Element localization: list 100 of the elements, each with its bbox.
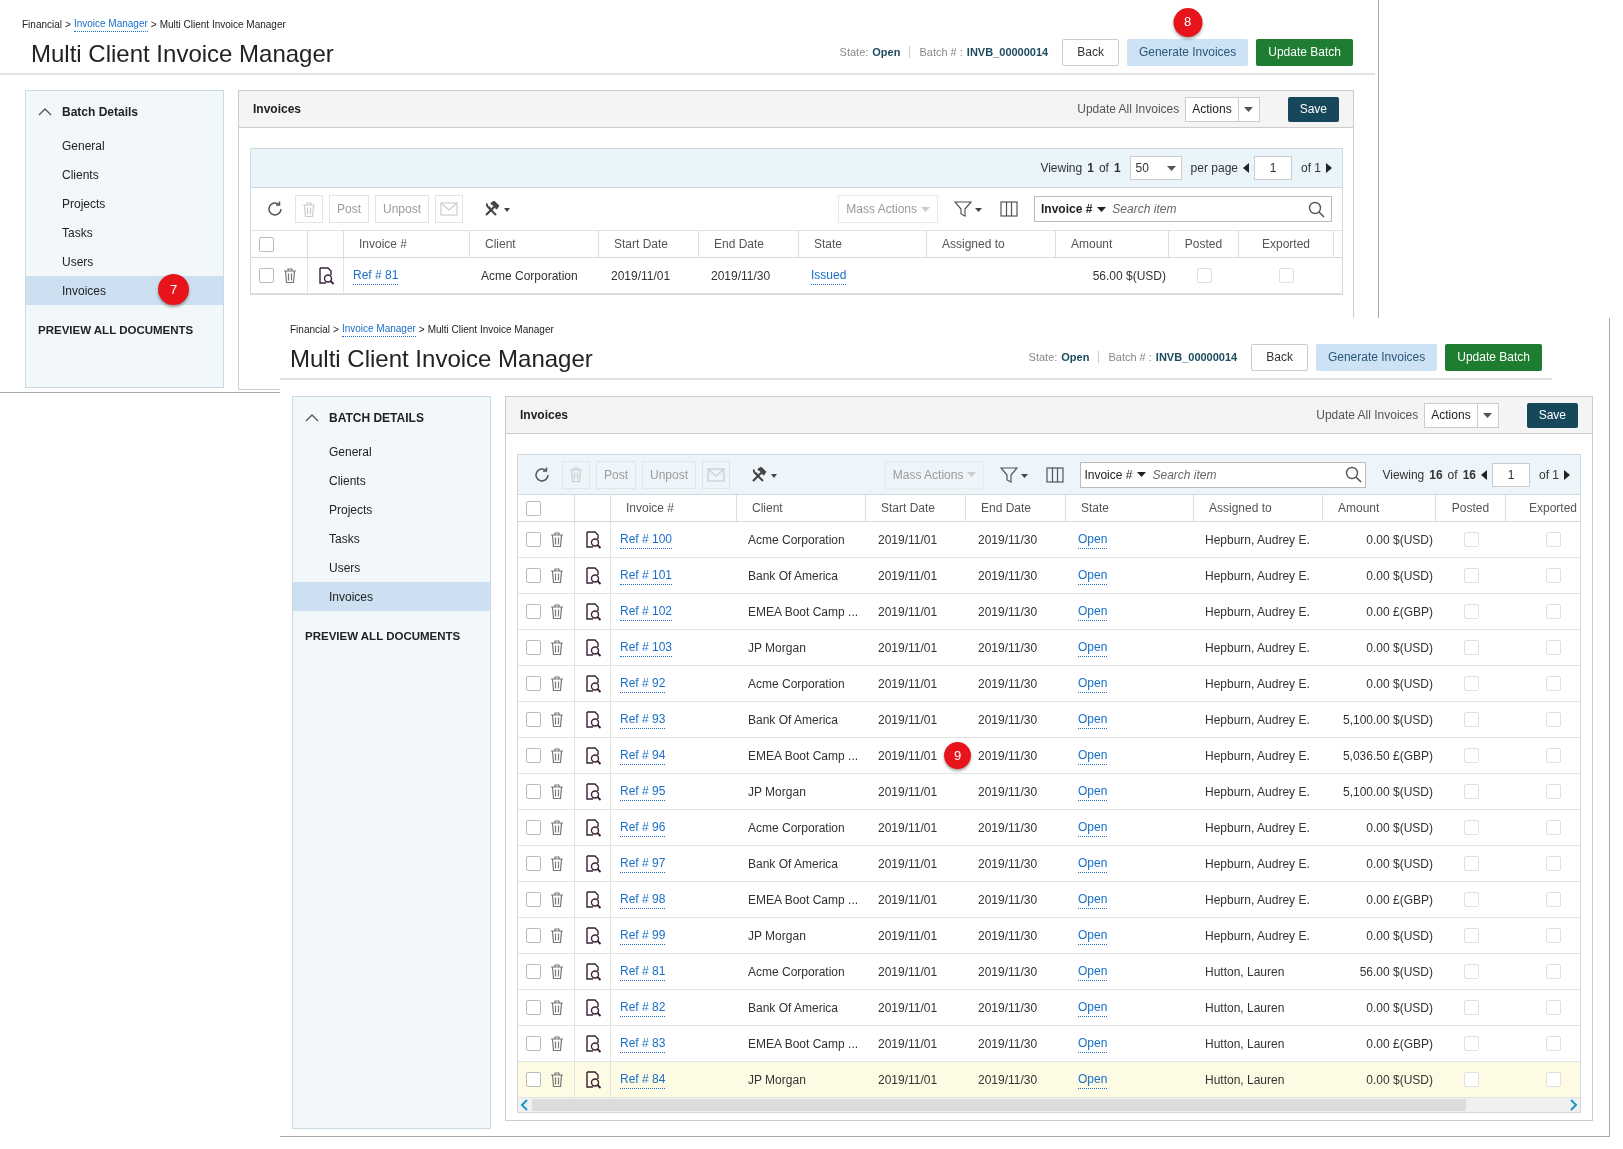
header-button[interactable]: Update Batch xyxy=(1256,38,1353,66)
sidebar-item[interactable]: Clients xyxy=(26,160,223,189)
column-header[interactable]: Assigned to xyxy=(927,231,1056,257)
next-page-icon[interactable] xyxy=(1564,469,1570,480)
trash-icon[interactable] xyxy=(549,783,565,800)
trash-icon[interactable] xyxy=(549,855,565,872)
state-link[interactable]: Open xyxy=(1078,998,1108,1017)
search-field[interactable]: Invoice # Search item xyxy=(1080,461,1367,488)
document-magnifier-icon[interactable] xyxy=(583,782,602,801)
state-link[interactable]: Open xyxy=(1078,602,1108,621)
sidebar-item[interactable]: Users xyxy=(26,247,223,276)
scroll-right-icon[interactable] xyxy=(1568,1099,1578,1111)
filter-icon[interactable] xyxy=(1000,465,1031,484)
checkbox[interactable] xyxy=(526,1036,541,1051)
document-magnifier-icon[interactable] xyxy=(583,638,602,657)
table-row[interactable]: Ref # 103 JP Morgan 2019/11/01 2019/11/30 Open Hepburn, Audrey E. 0.00 $(USD) xyxy=(518,630,1580,666)
column-header[interactable]: Exported xyxy=(1506,495,1580,521)
column-header[interactable]: Client xyxy=(737,495,866,521)
trash-icon[interactable] xyxy=(549,963,565,980)
previous-page-icon[interactable] xyxy=(1481,469,1487,480)
search-field[interactable]: Invoice # Search item xyxy=(1034,196,1332,222)
state-link[interactable]: Open xyxy=(1078,1070,1108,1089)
table-row[interactable]: Ref # 84 JP Morgan 2019/11/01 2019/11/30 Open Hutton, Lauren 0.00 $(USD) xyxy=(518,1062,1580,1098)
invoice-link[interactable]: Ref # 93 xyxy=(620,710,666,729)
table-row[interactable]: Ref # 102 EMEA Boot Camp ... 2019/11/01 2019/11/30 Open Hepburn, Audrey E. 0.00 £(GBP) xyxy=(518,594,1580,630)
sidebar-item[interactable]: General xyxy=(26,131,223,160)
next-page-icon[interactable] xyxy=(1326,163,1332,173)
trash-icon[interactable] xyxy=(549,603,565,620)
sidebar-item[interactable]: Invoices xyxy=(293,582,490,611)
column-header[interactable]: Invoice # xyxy=(611,495,737,521)
sidebar-item[interactable]: Invoices 7 xyxy=(26,276,223,305)
header-button[interactable]: Back xyxy=(1062,38,1119,66)
document-magnifier-icon[interactable] xyxy=(583,1070,602,1089)
column-header[interactable]: State xyxy=(799,231,927,257)
save-button[interactable]: Save xyxy=(1526,402,1578,428)
checkbox[interactable] xyxy=(526,640,541,655)
sidebar-item[interactable]: Projects xyxy=(293,495,490,524)
state-link[interactable]: Open xyxy=(1078,890,1108,909)
table-row[interactable]: Ref # 92 Acme Corporation 2019/11/01 2019/11/30 Open Hepburn, Audrey E. 0.00 $(USD) xyxy=(518,666,1580,702)
table-row[interactable]: Ref # 98 EMEA Boot Camp ... 2019/11/01 2019/11/30 Open Hepburn, Audrey E. 0.00 £(GBP) xyxy=(518,882,1580,918)
trash-icon[interactable] xyxy=(549,747,565,764)
state-link[interactable]: Open xyxy=(1078,674,1108,693)
trash-icon[interactable] xyxy=(549,675,565,692)
section-header[interactable]: BATCH DETAILS xyxy=(329,409,424,427)
column-header[interactable]: Invoice # xyxy=(344,231,470,257)
state-link[interactable]: Open xyxy=(1078,818,1108,837)
sidebar-item[interactable]: Clients xyxy=(293,466,490,495)
columns-icon[interactable] xyxy=(1000,201,1018,217)
column-header[interactable]: Assigned to xyxy=(1194,495,1323,521)
document-magnifier-icon[interactable] xyxy=(583,890,602,909)
table-row[interactable]: Ref # 100 Acme Corporation 2019/11/01 2019/11/30 Open Hepburn, Audrey E. 0.00 $(USD) xyxy=(518,522,1580,558)
checkbox[interactable] xyxy=(526,676,541,691)
document-magnifier-icon[interactable] xyxy=(583,998,602,1017)
scroll-left-icon[interactable] xyxy=(520,1099,530,1111)
trash-icon[interactable] xyxy=(549,531,565,548)
save-button[interactable]: Save xyxy=(1287,96,1339,122)
column-header[interactable]: End Date xyxy=(699,231,799,257)
checkbox[interactable] xyxy=(526,500,541,516)
document-magnifier-icon[interactable] xyxy=(583,818,602,837)
invoice-link[interactable]: Ref # 81 xyxy=(353,266,399,285)
trash-icon[interactable] xyxy=(549,639,565,656)
column-header[interactable]: Amount xyxy=(1323,495,1436,521)
column-header[interactable]: State xyxy=(1066,495,1194,521)
trash-icon[interactable] xyxy=(549,1035,565,1052)
tools-icon[interactable] xyxy=(483,201,512,217)
breadcrumb-link[interactable]: Invoice Manager xyxy=(341,321,416,337)
invoice-link[interactable]: Ref # 100 xyxy=(620,530,673,549)
state-link[interactable]: Open xyxy=(1078,566,1108,585)
search-icon[interactable] xyxy=(1345,466,1363,483)
invoice-link[interactable]: Ref # 96 xyxy=(620,818,666,837)
checkbox[interactable] xyxy=(526,964,541,979)
invoice-link[interactable]: Ref # 99 xyxy=(620,926,666,945)
checkbox[interactable] xyxy=(526,568,541,583)
sidebar-item[interactable]: General xyxy=(293,437,490,466)
sidebar-item[interactable]: Users xyxy=(293,553,490,582)
table-row[interactable]: Ref # 94 EMEA Boot Camp ... 2019/11/01 9 2019/11/30 Open Hepburn, Audrey E. 5,036.50 £(GBP) xyxy=(518,738,1580,774)
search-field-selector[interactable]: Invoice # xyxy=(1041,200,1107,218)
column-header[interactable]: Amount xyxy=(1056,231,1169,257)
preview-all-link[interactable]: PREVIEW ALL DOCUMENTS xyxy=(26,305,223,340)
invoice-link[interactable]: Ref # 81 xyxy=(620,962,666,981)
checkbox[interactable] xyxy=(526,1072,541,1087)
state-link[interactable]: Open xyxy=(1078,962,1108,981)
refresh-icon[interactable] xyxy=(266,200,284,218)
invoice-link[interactable]: Ref # 95 xyxy=(620,782,666,801)
trash-icon[interactable] xyxy=(549,819,565,836)
document-magnifier-icon[interactable] xyxy=(583,710,602,729)
trash-icon[interactable] xyxy=(549,567,565,584)
filter-icon[interactable] xyxy=(954,200,984,218)
table-row[interactable]: Ref # 93 Bank Of America 2019/11/01 2019/11/30 Open Hepburn, Audrey E. 5,100.00 $(USD) xyxy=(518,702,1580,738)
state-link[interactable]: Open xyxy=(1078,638,1108,657)
document-magnifier-icon[interactable] xyxy=(583,854,602,873)
invoice-link[interactable]: Ref # 102 xyxy=(620,602,673,621)
search-field-selector[interactable]: Invoice # xyxy=(1084,465,1147,484)
table-row[interactable]: Ref # 83 EMEA Boot Camp ... 2019/11/01 2019/11/30 Open Hutton, Lauren 0.00 £(GBP) xyxy=(518,1026,1580,1062)
page-input[interactable]: 1 xyxy=(1254,156,1292,180)
actions-dropdown[interactable]: Actions xyxy=(1424,402,1499,428)
previous-page-icon[interactable] xyxy=(1243,163,1249,173)
checkbox[interactable] xyxy=(526,748,541,763)
state-link[interactable]: Open xyxy=(1078,746,1108,765)
checkbox[interactable] xyxy=(526,712,541,727)
